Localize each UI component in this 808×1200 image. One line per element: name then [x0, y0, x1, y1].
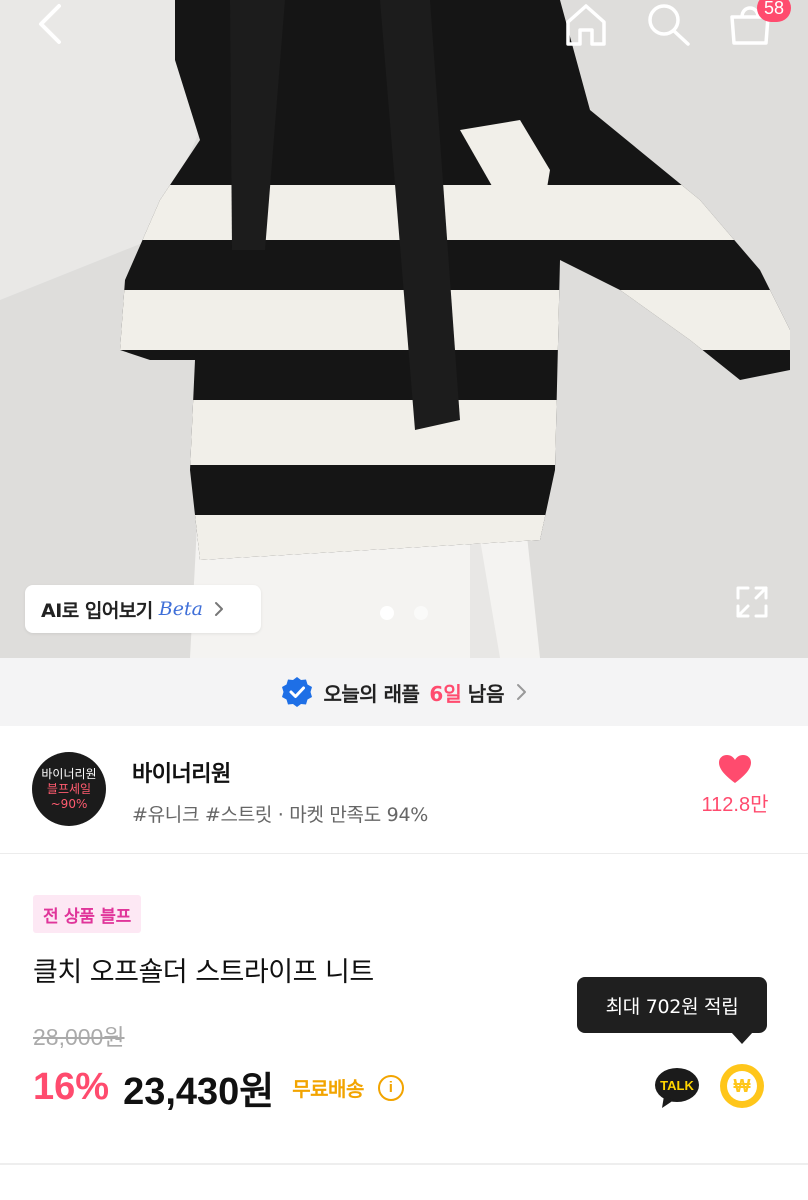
product-title: 클치 오프숄더 스트라이프 니트: [33, 957, 374, 988]
shop-tags: #유니크 #스트릿 · 마켓 만족도 94%: [132, 804, 428, 826]
beta-label: Beta: [158, 598, 203, 620]
raffle-remaining: 남음: [467, 681, 505, 706]
home-button[interactable]: [556, 0, 616, 48]
shop-logo-sale: 블프세일: [46, 781, 92, 796]
like-button[interactable]: 112.8만: [690, 754, 780, 817]
discount-rate: 16%: [33, 1066, 110, 1108]
kakao-talk-button[interactable]: TALK: [654, 1064, 700, 1110]
carousel-indicator: [380, 606, 428, 620]
sale-price: 23,430원: [123, 1071, 275, 1113]
expand-icon: [736, 586, 768, 618]
chevron-right-icon: [516, 684, 526, 700]
talk-text: TALK: [660, 1078, 694, 1093]
fullscreen-button[interactable]: [728, 578, 776, 626]
heart-icon: [719, 755, 751, 783]
cart-count-badge: 58: [757, 0, 791, 22]
won-coin-icon: ₩: [727, 1071, 757, 1101]
carousel-dot-2[interactable]: [414, 606, 428, 620]
free-shipping-label: 무료배송: [292, 1077, 364, 1101]
shop-logo[interactable]: 바이너리원 블프세일 ~90%: [32, 752, 106, 828]
reward-tooltip: 최대 702원 적립: [577, 977, 767, 1044]
talk-icon: TALK: [655, 1068, 699, 1108]
search-icon: [648, 4, 690, 46]
shop-logo-name: 바이너리원: [41, 766, 97, 781]
promo-badge: 전 상품 블프: [33, 895, 141, 933]
price-row: 16% 23,430원 무료배송 i: [33, 1060, 404, 1115]
back-button[interactable]: [20, 0, 80, 48]
chevron-left-icon: [39, 4, 61, 44]
raffle-days: 6일: [429, 681, 462, 706]
carousel-dot-1[interactable]: [380, 606, 394, 620]
raffle-banner[interactable]: 오늘의 래플 6일 남음: [0, 658, 808, 726]
info-icon[interactable]: i: [377, 1074, 404, 1101]
shop-logo-discount: ~90%: [50, 796, 88, 811]
section-divider: [0, 1163, 808, 1165]
product-photo: [0, 0, 808, 658]
original-price: 28,000원: [33, 1024, 125, 1050]
shop-name[interactable]: 바이너리원: [132, 756, 231, 788]
search-button[interactable]: [638, 0, 698, 48]
shop-info: 바이너리원 블프세일 ~90% 바이너리원 #유니크 #스트릿 · 마켓 만족도…: [0, 726, 808, 854]
reward-coin-button[interactable]: ₩: [720, 1064, 764, 1108]
verified-badge-icon: [282, 677, 313, 707]
like-count: 112.8만: [701, 794, 769, 816]
ai-try-on-button[interactable]: AI로 입어보기 Beta: [25, 585, 261, 633]
home-icon: [566, 4, 606, 46]
chevron-right-icon: [214, 602, 223, 616]
product-image-carousel[interactable]: 58 AI로 입어보기 Beta: [0, 0, 808, 658]
ai-try-on-label: AI로 입어보기: [41, 599, 153, 622]
raffle-label: 오늘의 래플: [323, 681, 420, 706]
